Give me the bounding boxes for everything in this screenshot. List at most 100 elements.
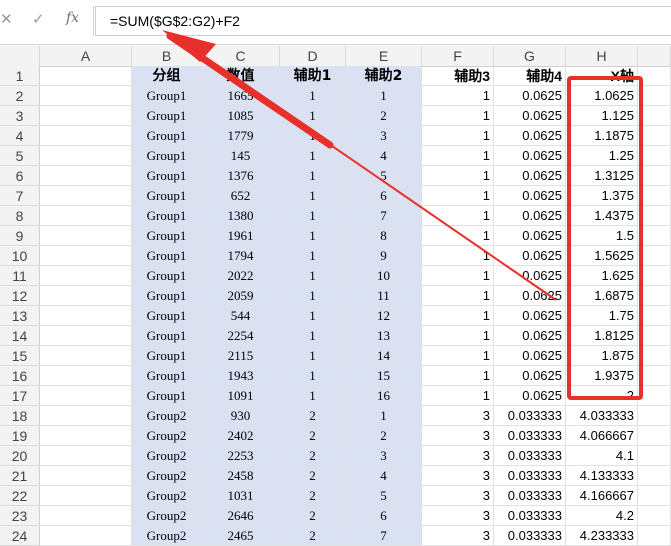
cell-h[interactable]: 1.8125 [566,326,638,346]
cell-g[interactable]: 0.033333 [494,446,566,466]
cell-a[interactable] [40,506,132,526]
column-header-e[interactable]: E [346,46,422,66]
cell-f[interactable]: 1 [422,346,494,366]
cell-d[interactable]: 1 [280,226,346,246]
cell-h[interactable]: 4.133333 [566,466,638,486]
cell-e[interactable]: 辅助2 [346,66,422,86]
cell-a[interactable] [40,346,132,366]
row-header[interactable]: 16 [0,366,40,386]
cell-i[interactable] [638,186,671,206]
cell-h[interactable]: 2 [566,386,638,406]
row-header[interactable]: 18 [0,406,40,426]
cell-i[interactable] [638,206,671,226]
cell-e[interactable]: 1 [346,406,422,426]
cell-g[interactable]: 0.033333 [494,466,566,486]
cell-d[interactable]: 1 [280,366,346,386]
row-header[interactable]: 24 [0,526,40,546]
cell-i[interactable] [638,326,671,346]
cell-b[interactable]: Group1 [132,226,202,246]
cell-b[interactable]: Group2 [132,406,202,426]
cell-d[interactable]: 1 [280,346,346,366]
cell-e[interactable]: 8 [346,226,422,246]
cell-g[interactable]: 0.033333 [494,486,566,506]
cell-f[interactable]: 1 [422,266,494,286]
cell-f[interactable]: 3 [422,446,494,466]
row-header[interactable]: 7 [0,186,40,206]
cell-b[interactable]: Group1 [132,166,202,186]
cell-c[interactable]: 1779 [202,126,280,146]
row-header[interactable]: 20 [0,446,40,466]
cell-e[interactable]: 2 [346,426,422,446]
cell-b[interactable]: Group2 [132,446,202,466]
cell-e[interactable]: 7 [346,526,422,546]
cell-d[interactable]: 辅助1 [280,66,346,86]
cell-b[interactable]: Group2 [132,486,202,506]
cell-g[interactable]: 0.033333 [494,526,566,546]
cell-a[interactable] [40,466,132,486]
cell-d[interactable]: 1 [280,326,346,346]
cell-f[interactable]: 3 [422,526,494,546]
cell-g[interactable]: 辅助4 [494,66,566,86]
cell-i[interactable] [638,426,671,446]
cell-d[interactable]: 2 [280,486,346,506]
cell-h[interactable]: 4.033333 [566,406,638,426]
cell-a[interactable] [40,126,132,146]
cell-c[interactable]: 2059 [202,286,280,306]
cell-d[interactable]: 2 [280,446,346,466]
cell-c[interactable]: 1091 [202,386,280,406]
cell-b[interactable]: Group1 [132,326,202,346]
cell-h[interactable]: 1.3125 [566,166,638,186]
cell-a[interactable] [40,86,132,106]
cell-d[interactable]: 1 [280,306,346,326]
cell-i[interactable] [638,486,671,506]
cell-i[interactable] [638,266,671,286]
row-header[interactable]: 8 [0,206,40,226]
cell-h[interactable]: X轴 [566,66,638,86]
cell-g[interactable]: 0.0625 [494,386,566,406]
cell-a[interactable] [40,166,132,186]
cell-b[interactable]: Group1 [132,266,202,286]
cell-i[interactable] [638,466,671,486]
cell-e[interactable]: 6 [346,506,422,526]
cell-h[interactable]: 4.233333 [566,526,638,546]
cell-h[interactable]: 1.5625 [566,246,638,266]
cell-g[interactable]: 0.033333 [494,506,566,526]
cell-a[interactable] [40,266,132,286]
column-header-a[interactable]: A [40,46,132,66]
row-header[interactable]: 11 [0,266,40,286]
cell-e[interactable]: 16 [346,386,422,406]
cell-c[interactable]: 544 [202,306,280,326]
cell-d[interactable]: 1 [280,266,346,286]
cell-b[interactable]: Group1 [132,86,202,106]
cell-g[interactable]: 0.0625 [494,346,566,366]
cell-e[interactable]: 4 [346,146,422,166]
cell-a[interactable] [40,246,132,266]
row-header[interactable]: 6 [0,166,40,186]
cell-b[interactable]: Group1 [132,206,202,226]
cell-c[interactable]: 2402 [202,426,280,446]
cell-g[interactable]: 0.0625 [494,106,566,126]
cell-b[interactable]: Group2 [132,526,202,546]
cell-d[interactable]: 1 [280,386,346,406]
cell-c[interactable]: 2022 [202,266,280,286]
cell-f[interactable]: 1 [422,386,494,406]
cell-e[interactable]: 13 [346,326,422,346]
cell-f[interactable]: 1 [422,146,494,166]
cell-a[interactable] [40,406,132,426]
column-header-g[interactable]: G [494,46,566,66]
cell-b[interactable]: Group1 [132,246,202,266]
cell-f[interactable]: 3 [422,426,494,446]
cell-f[interactable]: 辅助3 [422,66,494,86]
cell-g[interactable]: 0.0625 [494,366,566,386]
cell-e[interactable]: 14 [346,346,422,366]
cell-d[interactable]: 2 [280,526,346,546]
insert-function-icon[interactable]: fx [66,10,79,26]
cell-h[interactable]: 1.75 [566,306,638,326]
cell-f[interactable]: 1 [422,226,494,246]
cell-e[interactable]: 7 [346,206,422,226]
row-header[interactable]: 2 [0,86,40,106]
cell-d[interactable]: 1 [280,86,346,106]
column-header-d[interactable]: D [280,46,346,66]
cell-i[interactable] [638,146,671,166]
cell-i[interactable] [638,446,671,466]
